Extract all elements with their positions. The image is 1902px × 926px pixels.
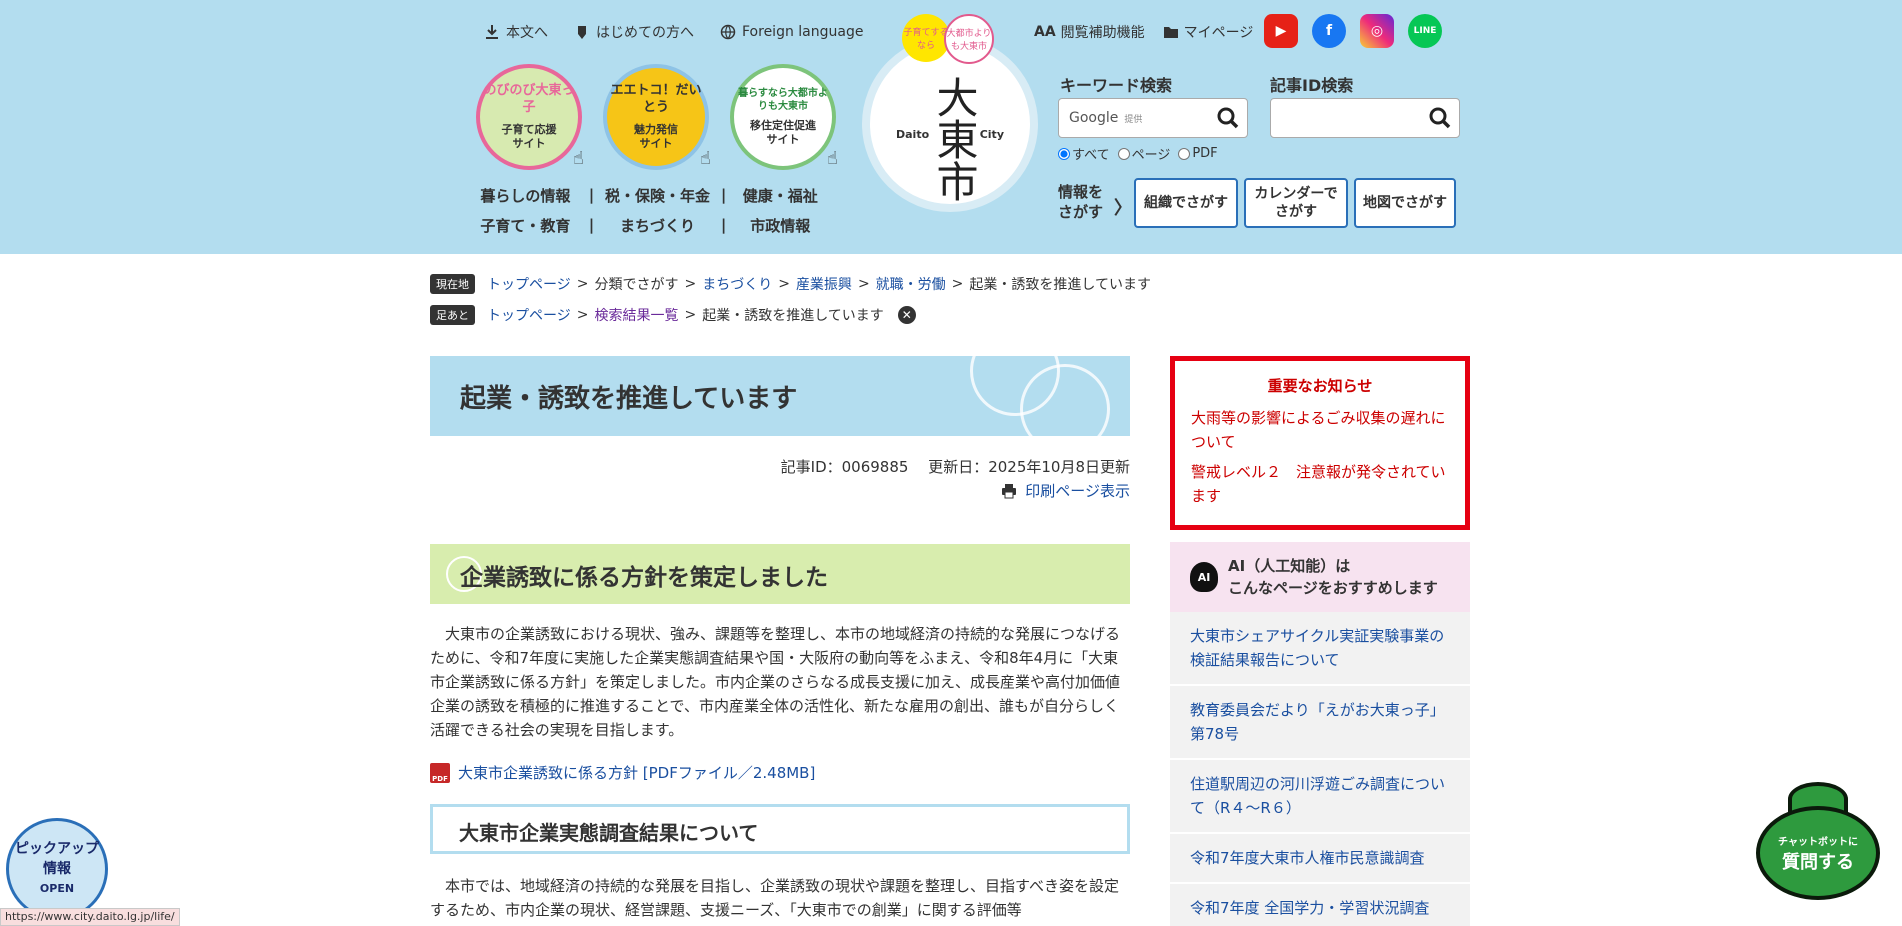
radio-pdf[interactable]: PDF [1178, 146, 1218, 161]
instagram-icon[interactable]: ◎ [1360, 14, 1394, 48]
list-item: 令和7年度大東市人権市民意識調査 [1170, 834, 1470, 884]
section-heading: 企業誘致に係る方針を策定しました [460, 565, 828, 591]
subsection-heading-box: 大東市企業実態調査結果について [430, 804, 1130, 854]
promotion-site-label: 魅力発信 サイト [634, 122, 678, 150]
footprint-top[interactable]: トップページ [487, 305, 571, 325]
city-slogan-badge: 大都市よりも大東市 [944, 14, 994, 64]
list-item: 教育委員会だより「えがお大東っ子」第78号 [1170, 686, 1470, 760]
subsection-heading: 大東市企業実態調査結果について [459, 821, 759, 845]
breadcrumb-current: 起業・誘致を推進しています [969, 277, 1151, 293]
search-scope-radios: すべて ページ PDF [1058, 144, 1218, 163]
find-by-calendar-button[interactable]: カレンダーで さがす [1244, 178, 1348, 228]
ai-recommend-header: AI AI（人工知能）は こんなページをおすすめします [1170, 542, 1470, 612]
list-item: 住道駅周辺の河川浮遊ごみ調査について（R４～R６） [1170, 760, 1470, 834]
accessibility-link[interactable]: AA 閲覧補助機能 [1034, 22, 1145, 42]
main-nav: 暮らしの情報 | 税・保険・年金 | 健康・福祉 子育て・教育 | まちづくり … [468, 180, 828, 240]
site-banners: のびのび大東っ子 子育て応援 サイト ☝ エエトコ！だいとう 魅力発信 サイト … [476, 64, 838, 170]
notice-title: 重要なお知らせ [1267, 377, 1373, 395]
section-heading-box: 企業誘致に係る方針を策定しました [430, 544, 1130, 604]
chevron-right-icon: 〉 [1114, 198, 1132, 219]
foreign-language-link[interactable]: Foreign language [720, 22, 863, 42]
footprint: 足あと トップページ > 検索結果一覧 > 起業・誘致を推進しています ✕ [430, 305, 916, 325]
relocation-site-label: 移住定住促進 サイト [750, 118, 816, 146]
childcare-site-link[interactable]: のびのび大東っ子 子育て応援 サイト ☝ [476, 64, 584, 170]
recommendation-list: 大東市シェアサイクル実証実験事業の検証結果報告について 教育委員会だより「えがお… [1170, 612, 1470, 926]
breadcrumb: 現在地 トップページ > 分類でさがす > まちづくり > 産業振興 > 就職・… [430, 274, 1151, 294]
text-size-icon: AA [1034, 24, 1056, 40]
globe-icon [720, 24, 736, 40]
chatbot-button[interactable]: チャットボットに 質問する [1754, 782, 1882, 900]
footprint-search-results[interactable]: 検索結果一覧 [594, 305, 678, 325]
breadcrumb-tag: 現在地 [430, 274, 475, 294]
radio-page[interactable]: ページ [1117, 144, 1170, 163]
notice-link[interactable]: 警戒レベル２ 注意報が発令されています [1191, 460, 1449, 508]
pdf-download-link[interactable]: PDF 大東市企業誘致に係る方針 [PDFファイル／2.48MB] [430, 762, 815, 783]
breadcrumb-employment[interactable]: 就職・労働 [876, 274, 946, 294]
promotion-site-link[interactable]: エエトコ！だいとう 魅力発信 サイト ☝ [603, 64, 711, 170]
breadcrumb-top[interactable]: トップページ [487, 274, 571, 294]
footprint-tag: 足あと [430, 305, 475, 325]
search-icon[interactable] [1425, 103, 1455, 133]
site-header: 本文へ はじめての方へ Foreign language のびのび大東っ子 子育… [0, 0, 1902, 254]
top-links: 本文へ はじめての方へ Foreign language [484, 22, 863, 42]
pointer-hand-icon: ☝ [573, 147, 584, 169]
nav-city-info[interactable]: 市政情報 [732, 215, 828, 236]
pdf-icon: PDF [430, 762, 450, 783]
leaf-icon [578, 26, 586, 39]
line-icon[interactable]: LINE [1408, 14, 1442, 48]
first-visit-link[interactable]: はじめての方へ [574, 22, 694, 42]
skip-to-content-link[interactable]: 本文へ [484, 22, 548, 42]
body-paragraph: 大東市の企業誘致における現状、強み、課題等を整理し、本市の地域経済の持続的な発展… [430, 625, 1121, 739]
mypage-link[interactable]: マイページ [1163, 22, 1253, 42]
find-info-label: 情報を さがす [1058, 183, 1104, 221]
sns-links: ▶ f ◎ LINE [1264, 14, 1442, 48]
facebook-icon[interactable]: f [1312, 14, 1346, 48]
status-url: https://www.city.daito.lg.jp/life/ [0, 908, 180, 926]
nav-education[interactable]: 子育て・教育 [468, 215, 583, 236]
keyword-search-label: キーワード検索 [1060, 76, 1173, 95]
body-paragraph-2: 本市では、地域経済の持続的な発展を目指し、企業誘致の現状や課題を整理し、目指すべ… [430, 877, 1119, 919]
city-logo[interactable]: 大東市 Daito City [862, 36, 1038, 212]
nav-tax[interactable]: 税・保険・年金 [600, 185, 715, 206]
find-by-map-button[interactable]: 地図でさがす [1354, 178, 1456, 228]
list-item: 大東市シェアサイクル実証実験事業の検証結果報告について [1170, 612, 1470, 686]
id-search-label: 記事ID検索 [1270, 76, 1354, 95]
keyword-search-input[interactable]: Google 提供 [1058, 98, 1248, 138]
print-link[interactable]: 印刷ページ表示 [1001, 480, 1130, 501]
pointer-hand-icon: ☝ [827, 147, 838, 169]
breadcrumb-town[interactable]: まちづくり [702, 274, 772, 294]
smile-badge-icon: 子育てするなら [902, 14, 950, 62]
article-meta: 記事ID：0069885 更新日：2025年10月8日更新 [780, 458, 1130, 476]
download-icon [486, 25, 498, 39]
printer-icon [1002, 483, 1017, 498]
notice-link[interactable]: 大雨等の影響によるごみ収集の遅れについて [1191, 406, 1449, 454]
nav-living[interactable]: 暮らしの情報 [468, 185, 583, 206]
footprint-current: 起業・誘致を推進しています [702, 308, 884, 324]
important-notice-box: 重要なお知らせ 大雨等の影響によるごみ収集の遅れについて 警戒レベル２ 注意報が… [1170, 356, 1470, 530]
id-search-input[interactable] [1270, 98, 1460, 138]
search-icon[interactable] [1213, 103, 1243, 133]
relocation-site-link[interactable]: 暮らすなら大都市よりも大東市 移住定住促進 サイト ☝ [730, 64, 838, 170]
list-item: 令和7年度 全国学力・学習状況調査 [1170, 884, 1470, 926]
pickup-info-button[interactable]: ピックアップ 情報 OPEN [6, 818, 108, 920]
nav-town[interactable]: まちづくり [600, 215, 715, 236]
folder-icon [1163, 27, 1178, 38]
nav-health[interactable]: 健康・福祉 [732, 185, 828, 206]
find-by-organization-button[interactable]: 組織でさがす [1134, 178, 1238, 228]
breadcrumb-industry[interactable]: 産業振興 [796, 274, 852, 294]
utility-links: AA 閲覧補助機能 マイページ [1034, 22, 1253, 42]
page-title: 起業・誘致を推進しています [460, 384, 798, 414]
youtube-icon[interactable]: ▶ [1264, 14, 1298, 48]
breadcrumb-category: 分類でさがす [594, 277, 679, 293]
page-title-box: 起業・誘致を推進しています [430, 356, 1130, 436]
radio-all[interactable]: すべて [1058, 144, 1110, 163]
ai-head-icon: AI [1190, 562, 1218, 592]
childcare-site-label: 子育て応援 サイト [501, 122, 557, 150]
close-icon[interactable]: ✕ [897, 306, 916, 324]
pointer-hand-icon: ☝ [700, 147, 711, 169]
